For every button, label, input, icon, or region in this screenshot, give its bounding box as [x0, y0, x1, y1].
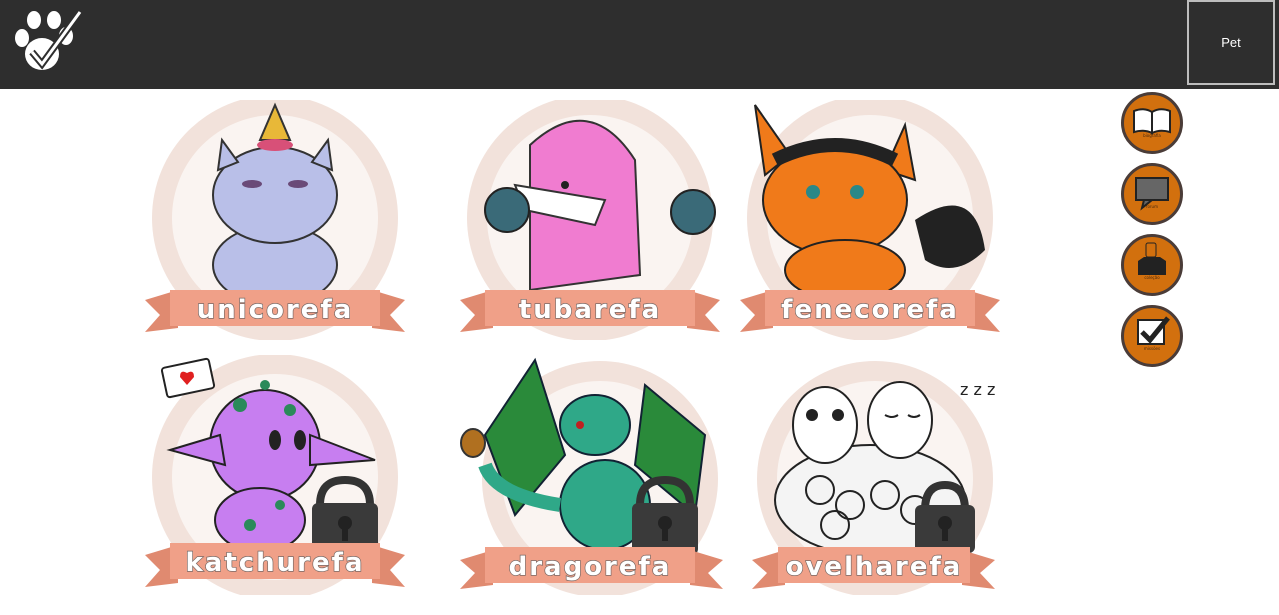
top-bar: Pet: [0, 0, 1279, 89]
pet-name-dragorefa: dragorefa: [509, 552, 672, 582]
side-button-biografia[interactable]: biografia: [1121, 92, 1183, 154]
paw-check-logo-icon[interactable]: [12, 6, 84, 78]
collection-icon: [1138, 242, 1166, 275]
pet-card-dragorefa[interactable]: dragorefa: [455, 355, 725, 595]
pet-name-ovelharefa: ovelharefa: [786, 552, 963, 582]
pet-button[interactable]: Pet: [1187, 0, 1275, 85]
pet-card-ovelharefa[interactable]: z z z ovelharefa: [750, 355, 1020, 595]
pet-name-katchurefa: katchurefa: [185, 548, 364, 578]
side-label-biografia: biografia: [1143, 133, 1161, 138]
book-icon: [1133, 108, 1171, 135]
pet-card-unicorefa[interactable]: unicorefa: [140, 100, 410, 340]
pet-card-tubarefa[interactable]: tubarefa: [455, 100, 725, 340]
side-button-missoes[interactable]: missões: [1121, 305, 1183, 367]
side-button-forum[interactable]: forum: [1121, 163, 1183, 225]
side-label-colecao: coleção: [1144, 275, 1160, 280]
side-button-colecao[interactable]: coleção: [1121, 234, 1183, 296]
pet-name-unicorefa: unicorefa: [197, 295, 354, 325]
pet-name-fenecorefa: fenecorefa: [781, 295, 959, 325]
svg-text:z z z: z z z: [960, 380, 995, 399]
side-label-missoes: missões: [1143, 346, 1161, 351]
pet-card-fenecorefa[interactable]: fenecorefa: [735, 100, 1005, 340]
checkbox-icon: [1137, 316, 1170, 345]
chat-bubble-icon: [1135, 177, 1169, 211]
side-label-forum: forum: [1146, 204, 1158, 209]
pet-name-tubarefa: tubarefa: [519, 295, 661, 325]
pet-card-katchurefa[interactable]: katchurefa: [140, 355, 410, 595]
